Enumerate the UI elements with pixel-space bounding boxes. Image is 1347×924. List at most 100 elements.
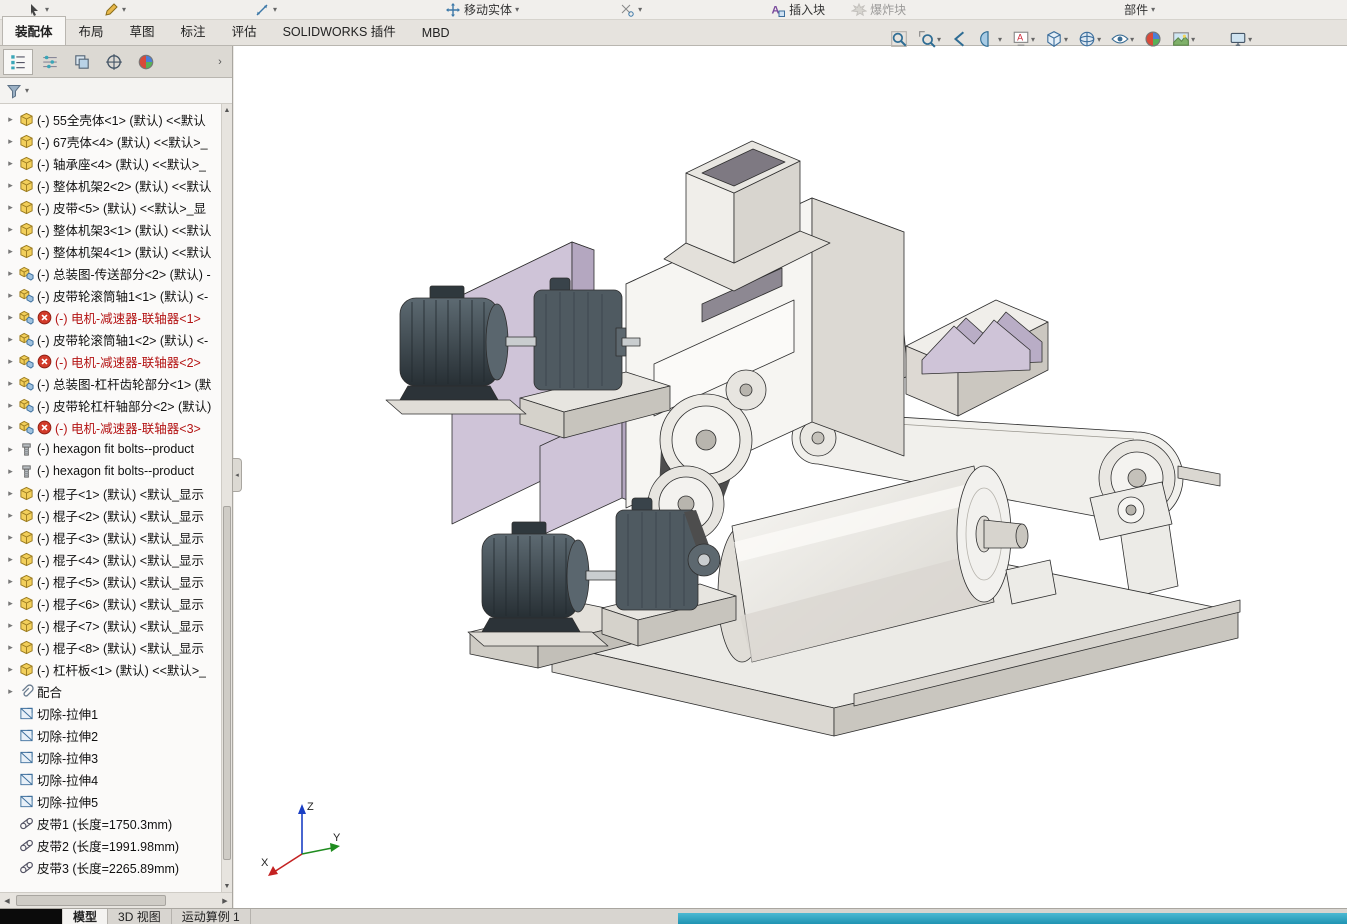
expand-arrow-icon[interactable]: ▸ <box>5 422 16 433</box>
dropdown-caret-icon[interactable]: ▾ <box>1097 35 1101 44</box>
toolbar-button[interactable]: ▾ <box>615 0 646 20</box>
ribbon-tab-SOLIDWORKS 插件[interactable]: SOLIDWORKS 插件 <box>270 16 409 45</box>
tree-item[interactable]: ▸(-) 电机-减速器-联轴器<2> <box>0 350 221 372</box>
tree-item[interactable]: ▸(-) 棍子<2> (默认) <默认_显示 <box>0 504 221 526</box>
expand-arrow-icon[interactable]: ▸ <box>5 576 16 587</box>
expand-arrow-icon[interactable]: ▸ <box>5 312 16 323</box>
expand-arrow-icon[interactable]: ▸ <box>5 246 16 257</box>
dropdown-caret-icon[interactable]: ▾ <box>1064 35 1068 44</box>
panel-hscrollbar[interactable]: ◀ ▶ <box>0 892 232 908</box>
tree-item[interactable]: ▸(-) 55全壳体<1> (默认) <<默认 <box>0 108 221 130</box>
dropdown-caret-icon[interactable]: ▾ <box>273 5 277 14</box>
hide-show-items-button[interactable]: ▾ <box>1109 28 1136 50</box>
expand-arrow-icon[interactable]: ▸ <box>5 642 16 653</box>
ribbon-tab-布局[interactable]: 布局 <box>66 16 117 45</box>
expand-arrow-icon[interactable]: ▸ <box>5 554 16 565</box>
status-tab-运动算例 1[interactable]: 运动算例 1 <box>172 909 251 924</box>
ribbon-tab-评估[interactable]: 评估 <box>219 16 270 45</box>
zoom-area-button[interactable]: ▾ <box>916 28 943 50</box>
expand-arrow-icon[interactable]: ▸ <box>5 466 16 477</box>
dropdown-caret-icon[interactable]: ▾ <box>122 5 126 14</box>
filter-dropdown-caret[interactable]: ▾ <box>25 86 29 95</box>
tree-item[interactable]: ▸(-) hexagon fit bolts--product <box>0 460 221 482</box>
tree-item[interactable]: ▸(-) 棍子<6> (默认) <默认_显示 <box>0 592 221 614</box>
ribbon-tab-MBD[interactable]: MBD <box>409 21 463 45</box>
tree-item[interactable]: ▸(-) 整体机架4<1> (默认) <<默认 <box>0 240 221 262</box>
view-orientation-button[interactable]: ▾ <box>1043 28 1070 50</box>
status-tab-3D 视图[interactable]: 3D 视图 <box>108 909 172 924</box>
tree-item[interactable]: ▸(-) 皮带轮滚筒轴1<2> (默认) <- <box>0 328 221 350</box>
tree-item[interactable]: ▸(-) 棍子<3> (默认) <默认_显示 <box>0 526 221 548</box>
tree-item[interactable]: 皮带3 (长度=2265.89mm) <box>0 856 221 878</box>
tree-item[interactable]: ▸(-) 电机-减速器-联轴器<1> <box>0 306 221 328</box>
tree-item[interactable]: 切除-拉伸1 <box>0 702 221 724</box>
tree-item[interactable]: ▸(-) 整体机架2<2> (默认) <<默认 <box>0 174 221 196</box>
tree-item[interactable]: 切除-拉伸5 <box>0 790 221 812</box>
filter-funnel-icon[interactable] <box>6 83 22 99</box>
dropdown-caret-icon[interactable]: ▾ <box>638 5 642 14</box>
expand-arrow-icon[interactable]: ▸ <box>5 334 16 345</box>
toolbar-button-移动实体[interactable]: 移动实体▾ <box>441 0 523 20</box>
monitor-button[interactable]: ▾ <box>1227 28 1254 50</box>
tree-item[interactable]: ▸(-) 棍子<8> (默认) <默认_显示 <box>0 636 221 658</box>
apply-scene-button[interactable]: ▾ <box>1170 28 1197 50</box>
scroll-down-arrow[interactable]: ▼ <box>222 880 232 892</box>
expand-arrow-icon[interactable]: ▸ <box>5 268 16 279</box>
tree-item[interactable]: ▸(-) 皮带轮杠杆轴部分<2> (默认) <box>0 394 221 416</box>
display-style-button[interactable]: ▾ <box>1076 28 1103 50</box>
expand-arrow-icon[interactable]: ▸ <box>5 444 16 455</box>
tree-item[interactable]: ▸(-) 整体机架3<1> (默认) <<默认 <box>0 218 221 240</box>
dropdown-caret-icon[interactable]: ▾ <box>1151 5 1155 14</box>
tree-item[interactable]: ▸(-) 棍子<5> (默认) <默认_显示 <box>0 570 221 592</box>
tree-item[interactable]: ▸(-) 皮带<5> (默认) <<默认>_显 <box>0 196 221 218</box>
status-tab-模型[interactable]: 模型 <box>63 909 108 924</box>
dropdown-caret-icon[interactable]: ▾ <box>998 35 1002 44</box>
expand-arrow-icon[interactable]: ▸ <box>5 290 16 301</box>
scroll-left-arrow[interactable]: ◀ <box>0 893 14 908</box>
tree-item[interactable]: ▸(-) hexagon fit bolts--product <box>0 438 221 460</box>
dimxpert-tab[interactable] <box>99 49 129 75</box>
toolbar-button-爆炸块[interactable]: 爆炸块 <box>847 0 910 20</box>
tree-item[interactable]: ▸(-) 棍子<4> (默认) <默认_显示 <box>0 548 221 570</box>
toolbar-button-插入块[interactable]: A插入块 <box>766 0 829 20</box>
featuremanager-tab[interactable] <box>3 49 33 75</box>
tree-item[interactable]: ▸(-) 67壳体<4> (默认) <<默认>_ <box>0 130 221 152</box>
expand-arrow-icon[interactable]: ▸ <box>5 510 16 521</box>
tree-item[interactable]: 切除-拉伸3 <box>0 746 221 768</box>
configurationmanager-tab[interactable] <box>67 49 97 75</box>
hscrollbar-thumb[interactable] <box>16 895 166 906</box>
expand-arrow-icon[interactable]: ▸ <box>5 114 16 125</box>
tree-item[interactable]: ▸(-) 杠杆板<1> (默认) <<默认>_ <box>0 658 221 680</box>
expand-arrow-icon[interactable]: ▸ <box>5 620 16 631</box>
tree-item[interactable]: ▸(-) 皮带轮滚筒轴1<1> (默认) <- <box>0 284 221 306</box>
dropdown-caret-icon[interactable]: ▾ <box>937 35 941 44</box>
expand-arrow-icon[interactable]: ▸ <box>5 202 16 213</box>
ribbon-tab-草图[interactable]: 草图 <box>117 16 168 45</box>
panel-flyout-button[interactable]: › <box>211 51 229 73</box>
expand-arrow-icon[interactable]: ▸ <box>5 356 16 367</box>
dropdown-caret-icon[interactable]: ▾ <box>45 5 49 14</box>
tree-item[interactable]: 切除-拉伸2 <box>0 724 221 746</box>
panel-splitter-handle[interactable]: ◂ <box>233 458 242 492</box>
tree-item[interactable]: ▸配合 <box>0 680 221 702</box>
expand-arrow-icon[interactable]: ▸ <box>5 136 16 147</box>
dropdown-caret-icon[interactable]: ▾ <box>1191 35 1195 44</box>
previous-view-button[interactable] <box>949 28 971 50</box>
tree-item[interactable]: 皮带1 (长度=1750.3mm) <box>0 812 221 834</box>
section-view-button[interactable]: ▾ <box>977 28 1004 50</box>
tree-item[interactable]: ▸(-) 电机-减速器-联轴器<3> <box>0 416 221 438</box>
tree-item[interactable]: ▸(-) 总装图-杠杆齿轮部分<1> (默 <box>0 372 221 394</box>
displaymanager-tab[interactable] <box>131 49 161 75</box>
expand-arrow-icon[interactable]: ▸ <box>5 532 16 543</box>
dropdown-caret-icon[interactable]: ▾ <box>1248 35 1252 44</box>
scroll-up-arrow[interactable]: ▲ <box>222 104 232 116</box>
expand-arrow-icon[interactable]: ▸ <box>5 664 16 675</box>
dropdown-caret-icon[interactable]: ▾ <box>515 5 519 14</box>
edit-appearance-button[interactable] <box>1142 28 1164 50</box>
tree-item[interactable]: ▸(-) 总装图-传送部分<2> (默认) - <box>0 262 221 284</box>
expand-arrow-icon[interactable]: ▸ <box>5 378 16 389</box>
expand-arrow-icon[interactable]: ▸ <box>5 488 16 499</box>
graphics-viewport[interactable]: Z X Y <box>234 46 1347 908</box>
expand-arrow-icon[interactable]: ▸ <box>5 598 16 609</box>
expand-arrow-icon[interactable]: ▸ <box>5 180 16 191</box>
